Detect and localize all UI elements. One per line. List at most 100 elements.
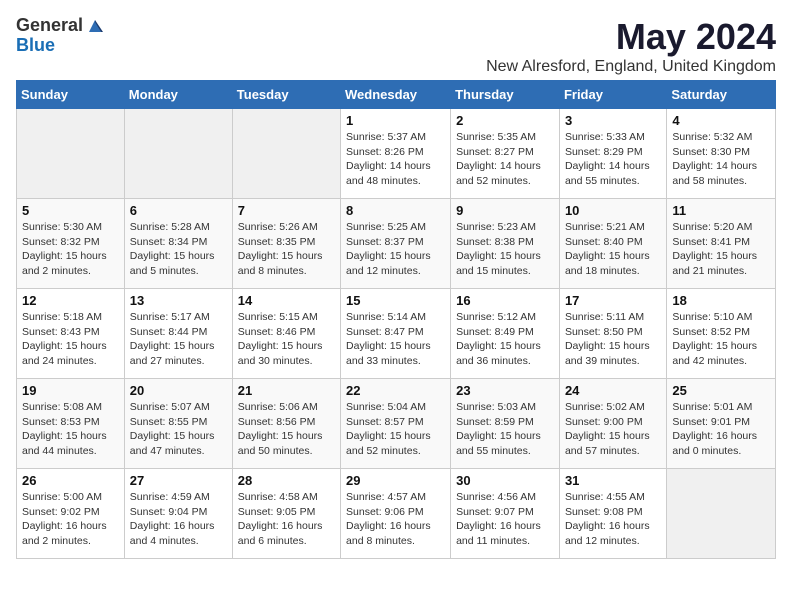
calendar-week-row: 5 Sunrise: 5:30 AM Sunset: 8:32 PM Daylig… — [17, 199, 776, 289]
location: New Alresford, England, United Kingdom — [486, 58, 776, 76]
calendar-cell: 26 Sunrise: 5:00 AM Sunset: 9:02 PM Dayli… — [17, 469, 125, 559]
calendar-cell: 25Sunrise: 5:01 AM Sunset: 9:01 PM Dayli… — [667, 379, 776, 469]
day-info: Sunrise: 4:57 AM Sunset: 9:06 PM Dayligh… — [346, 490, 445, 549]
calendar-cell: 27Sunrise: 4:59 AM Sunset: 9:04 PM Dayli… — [124, 469, 232, 559]
day-info: Sunrise: 5:02 AM Sunset: 9:00 PM Dayligh… — [565, 400, 661, 459]
calendar-cell — [667, 469, 776, 559]
month-title: May 2024 — [486, 16, 776, 58]
calendar-cell — [17, 109, 125, 199]
calendar-cell: 16 Sunrise: 5:12 AM Sunset: 8:49 PM Dayli… — [451, 289, 560, 379]
weekday-header: Saturday — [667, 81, 776, 109]
calendar-cell: 14 Sunrise: 5:15 AM Sunset: 8:46 PM Dayli… — [232, 289, 340, 379]
day-number: 6 — [130, 203, 227, 218]
calendar-cell: 29 Sunrise: 4:57 AM Sunset: 9:06 PM Dayli… — [341, 469, 451, 559]
day-number: 11 — [672, 203, 770, 218]
day-number: 5 — [22, 203, 119, 218]
day-number: 25 — [672, 383, 770, 398]
calendar-cell: 8 Sunrise: 5:25 AM Sunset: 8:37 PM Daylig… — [341, 199, 451, 289]
day-info: Sunrise: 5:07 AM Sunset: 8:55 PM Dayligh… — [130, 400, 227, 459]
day-number: 29 — [346, 473, 445, 488]
calendar-cell: 15 Sunrise: 5:14 AM Sunset: 8:47 PM Dayli… — [341, 289, 451, 379]
day-number: 9 — [456, 203, 554, 218]
calendar-cell: 22Sunrise: 5:04 AM Sunset: 8:57 PM Dayli… — [341, 379, 451, 469]
day-info: Sunrise: 5:37 AM Sunset: 8:26 PM Dayligh… — [346, 130, 445, 189]
calendar-cell: 18Sunrise: 5:10 AM Sunset: 8:52 PM Dayli… — [667, 289, 776, 379]
logo: General Blue — [16, 16, 105, 56]
day-info: Sunrise: 4:58 AM Sunset: 9:05 PM Dayligh… — [238, 490, 335, 549]
day-number: 26 — [22, 473, 119, 488]
day-info: Sunrise: 4:55 AM Sunset: 9:08 PM Dayligh… — [565, 490, 661, 549]
day-info: Sunrise: 5:11 AM Sunset: 8:50 PM Dayligh… — [565, 310, 661, 369]
day-info: Sunrise: 5:28 AM Sunset: 8:34 PM Dayligh… — [130, 220, 227, 279]
day-number: 21 — [238, 383, 335, 398]
calendar-cell — [124, 109, 232, 199]
day-number: 3 — [565, 113, 661, 128]
calendar-cell: 20Sunrise: 5:07 AM Sunset: 8:55 PM Dayli… — [124, 379, 232, 469]
day-number: 15 — [346, 293, 445, 308]
calendar-cell: 19 Sunrise: 5:08 AM Sunset: 8:53 PM Dayli… — [17, 379, 125, 469]
calendar-cell: 5 Sunrise: 5:30 AM Sunset: 8:32 PM Daylig… — [17, 199, 125, 289]
day-info: Sunrise: 5:18 AM Sunset: 8:43 PM Dayligh… — [22, 310, 119, 369]
day-number: 23 — [456, 383, 554, 398]
day-info: Sunrise: 5:32 AM Sunset: 8:30 PM Dayligh… — [672, 130, 770, 189]
calendar-cell: 9 Sunrise: 5:23 AM Sunset: 8:38 PM Daylig… — [451, 199, 560, 289]
day-info: Sunrise: 5:17 AM Sunset: 8:44 PM Dayligh… — [130, 310, 227, 369]
day-number: 24 — [565, 383, 661, 398]
day-number: 16 — [456, 293, 554, 308]
day-number: 28 — [238, 473, 335, 488]
calendar-cell: 7Sunrise: 5:26 AM Sunset: 8:35 PM Daylig… — [232, 199, 340, 289]
day-info: Sunrise: 5:26 AM Sunset: 8:35 PM Dayligh… — [238, 220, 335, 279]
day-number: 13 — [130, 293, 227, 308]
weekday-header: Monday — [124, 81, 232, 109]
calendar-cell: 30 Sunrise: 4:56 AM Sunset: 9:07 PM Dayli… — [451, 469, 560, 559]
day-info: Sunrise: 5:15 AM Sunset: 8:46 PM Dayligh… — [238, 310, 335, 369]
day-info: Sunrise: 4:56 AM Sunset: 9:07 PM Dayligh… — [456, 490, 554, 549]
day-number: 2 — [456, 113, 554, 128]
day-info: Sunrise: 5:00 AM Sunset: 9:02 PM Dayligh… — [22, 490, 119, 549]
day-number: 1 — [346, 113, 445, 128]
calendar-week-row: 12 Sunrise: 5:18 AM Sunset: 8:43 PM Dayli… — [17, 289, 776, 379]
day-number: 4 — [672, 113, 770, 128]
logo-icon — [85, 16, 105, 36]
day-info: Sunrise: 5:20 AM Sunset: 8:41 PM Dayligh… — [672, 220, 770, 279]
calendar-table: SundayMondayTuesdayWednesdayThursdayFrid… — [16, 80, 776, 559]
calendar-cell: 24 Sunrise: 5:02 AM Sunset: 9:00 PM Dayli… — [559, 379, 666, 469]
day-info: Sunrise: 5:30 AM Sunset: 8:32 PM Dayligh… — [22, 220, 119, 279]
day-number: 8 — [346, 203, 445, 218]
weekday-header: Tuesday — [232, 81, 340, 109]
day-number: 19 — [22, 383, 119, 398]
calendar-cell: 4 Sunrise: 5:32 AM Sunset: 8:30 PM Daylig… — [667, 109, 776, 199]
logo-general: General — [16, 16, 83, 36]
day-info: Sunrise: 5:10 AM Sunset: 8:52 PM Dayligh… — [672, 310, 770, 369]
calendar-cell: 12 Sunrise: 5:18 AM Sunset: 8:43 PM Dayli… — [17, 289, 125, 379]
day-info: Sunrise: 5:14 AM Sunset: 8:47 PM Dayligh… — [346, 310, 445, 369]
weekday-header: Sunday — [17, 81, 125, 109]
day-number: 12 — [22, 293, 119, 308]
day-info: Sunrise: 5:08 AM Sunset: 8:53 PM Dayligh… — [22, 400, 119, 459]
calendar-cell: 2 Sunrise: 5:35 AM Sunset: 8:27 PM Daylig… — [451, 109, 560, 199]
day-info: Sunrise: 5:23 AM Sunset: 8:38 PM Dayligh… — [456, 220, 554, 279]
day-info: Sunrise: 5:25 AM Sunset: 8:37 PM Dayligh… — [346, 220, 445, 279]
day-info: Sunrise: 5:33 AM Sunset: 8:29 PM Dayligh… — [565, 130, 661, 189]
title-block: May 2024 New Alresford, England, United … — [486, 16, 776, 76]
logo-blue: Blue — [16, 36, 105, 56]
day-number: 17 — [565, 293, 661, 308]
day-number: 22 — [346, 383, 445, 398]
calendar-cell: 11 Sunrise: 5:20 AM Sunset: 8:41 PM Dayli… — [667, 199, 776, 289]
day-number: 14 — [238, 293, 335, 308]
day-info: Sunrise: 5:35 AM Sunset: 8:27 PM Dayligh… — [456, 130, 554, 189]
calendar-cell — [232, 109, 340, 199]
day-number: 27 — [130, 473, 227, 488]
calendar-week-row: 26 Sunrise: 5:00 AM Sunset: 9:02 PM Dayli… — [17, 469, 776, 559]
calendar-header-row: SundayMondayTuesdayWednesdayThursdayFrid… — [17, 81, 776, 109]
calendar-cell: 17 Sunrise: 5:11 AM Sunset: 8:50 PM Dayli… — [559, 289, 666, 379]
day-info: Sunrise: 5:06 AM Sunset: 8:56 PM Dayligh… — [238, 400, 335, 459]
day-number: 31 — [565, 473, 661, 488]
day-info: Sunrise: 5:12 AM Sunset: 8:49 PM Dayligh… — [456, 310, 554, 369]
page-header: General Blue May 2024 New Alresford, Eng… — [16, 16, 776, 76]
calendar-cell: 21 Sunrise: 5:06 AM Sunset: 8:56 PM Dayli… — [232, 379, 340, 469]
calendar-cell: 28 Sunrise: 4:58 AM Sunset: 9:05 PM Dayli… — [232, 469, 340, 559]
day-number: 30 — [456, 473, 554, 488]
calendar-cell: 23Sunrise: 5:03 AM Sunset: 8:59 PM Dayli… — [451, 379, 560, 469]
day-number: 10 — [565, 203, 661, 218]
